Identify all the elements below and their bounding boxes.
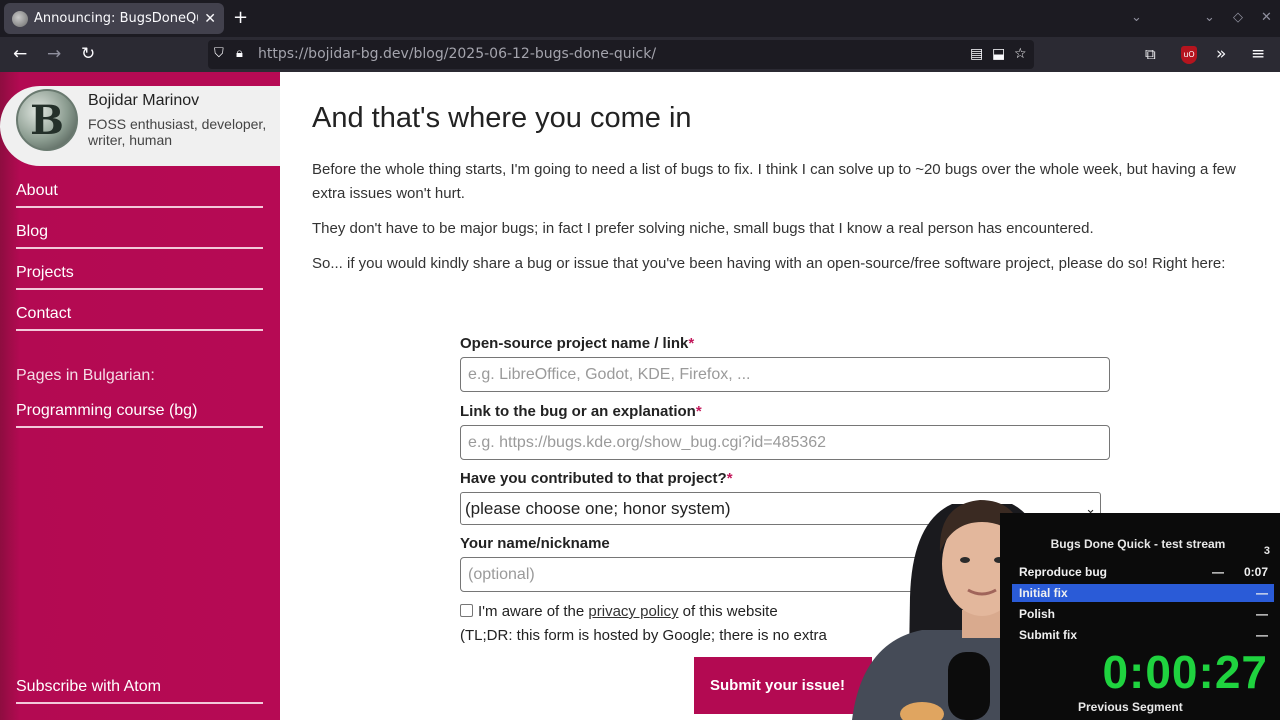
lock-icon[interactable]: 🔒︎ — [236, 46, 243, 62]
avatar: B — [16, 89, 78, 151]
sidebar-link-blog[interactable]: Blog — [16, 221, 263, 249]
paragraph-share-bug: So... if you would kindly share a bug or… — [312, 255, 1226, 272]
tracking-shield-icon[interactable]: ⛉ — [214, 46, 224, 62]
active-tab[interactable]: Announcing: BugsDoneQuick ✕ — [4, 3, 224, 34]
overflow-menu-icon[interactable]: » — [1216, 44, 1226, 64]
project-label: Open-source project name / link* — [460, 335, 695, 352]
back-arrow-icon[interactable]: ← — [13, 44, 27, 64]
extensions-icon[interactable]: ⧉ — [1145, 44, 1156, 64]
close-window-icon[interactable]: ✕ — [1261, 10, 1272, 26]
bug-label: Link to the bug or an explanation* — [460, 403, 702, 420]
split-row: Polish — — [1019, 607, 1268, 621]
main-timer: 0:00:27 — [1102, 646, 1268, 698]
submit-issue-button[interactable]: Submit your issue! — [694, 657, 872, 714]
forward-arrow-icon[interactable]: → — [47, 44, 61, 64]
left-eye — [960, 557, 970, 563]
url-text[interactable]: https://bojidar-bg.dev/blog/2025-06-12-b… — [258, 46, 656, 62]
split-row-active: Initial fix — — [1012, 584, 1274, 602]
author-description: FOSS enthusiast, developer, writer, huma… — [88, 116, 267, 148]
privacy-checkbox-label: I'm aware of the privacy policy of this … — [478, 603, 778, 620]
new-tab-button[interactable]: + — [233, 8, 248, 28]
bookmark-star-icon[interactable]: ☆ — [1014, 46, 1027, 62]
ublock-origin-icon[interactable]: uO — [1181, 46, 1197, 64]
sidebar-link-about[interactable]: About — [16, 180, 263, 208]
tab-bar: Announcing: BugsDoneQuick ✕ + ⌄ ⌄ ◇ ✕ — [0, 0, 1280, 37]
maximize-icon[interactable]: ◇ — [1233, 10, 1243, 26]
sidebar-link-contact[interactable]: Contact — [16, 303, 263, 331]
tab-title: Announcing: BugsDoneQuick — [34, 11, 198, 26]
privacy-policy-link[interactable]: privacy policy — [588, 603, 678, 620]
bug-link-input[interactable] — [460, 425, 1110, 460]
address-bar[interactable]: ⛉ 🔒︎ https://bojidar-bg.dev/blog/2025-06… — [208, 40, 1034, 69]
previous-segment-label: Previous Segment — [1078, 700, 1183, 714]
reader-view-icon[interactable]: ▤ — [970, 46, 983, 62]
speedrun-timer-panel: Bugs Done Quick - test stream 3 Reproduc… — [1000, 513, 1280, 720]
author-name: Bojidar Marinov — [88, 92, 200, 109]
microphone-shape — [948, 652, 990, 720]
privacy-checkbox[interactable] — [460, 604, 473, 617]
reload-icon[interactable]: ↻ — [81, 44, 95, 64]
navigation-toolbar: ← → ↻ ⛉ 🔒︎ https://bojidar-bg.dev/blog/2… — [0, 37, 1280, 72]
minimize-icon[interactable]: ⌄ — [1204, 10, 1215, 26]
attempt-count: 3 — [1263, 545, 1270, 557]
paragraph-niche-bugs: They don't have to be major bugs; in fac… — [312, 220, 1094, 237]
close-tab-icon[interactable]: ✕ — [204, 11, 216, 27]
project-input[interactable] — [460, 357, 1110, 392]
subscribe-atom-link[interactable]: Subscribe with Atom — [16, 676, 263, 704]
site-sidebar: B Bojidar Marinov FOSS enthusiast, devel… — [0, 72, 280, 720]
split-row: Reproduce bug — 0:07 — [1019, 565, 1268, 579]
bulgarian-pages-label: Pages in Bulgarian: — [16, 367, 155, 384]
split-row: Submit fix — — [1019, 628, 1268, 642]
paragraph-bug-list: Before the whole thing starts, I'm going… — [312, 161, 1236, 202]
section-heading: And that's where you come in — [312, 102, 692, 134]
list-all-tabs-icon[interactable]: ⌄ — [1131, 10, 1142, 26]
sidebar-link-programming-course[interactable]: Programming course (bg) — [16, 400, 263, 428]
sidebar-link-projects[interactable]: Projects — [16, 262, 263, 290]
site-favicon-icon — [12, 10, 28, 27]
save-to-pocket-icon[interactable]: ⬓ — [992, 46, 1005, 62]
hamburger-menu-icon[interactable]: ≡ — [1251, 44, 1265, 64]
profile-card[interactable]: B Bojidar Marinov FOSS enthusiast, devel… — [0, 86, 280, 166]
name-label: Your name/nickname — [460, 535, 610, 552]
timer-title: Bugs Done Quick - test stream — [1050, 537, 1226, 551]
contributed-label: Have you contributed to that project?* — [460, 470, 733, 487]
